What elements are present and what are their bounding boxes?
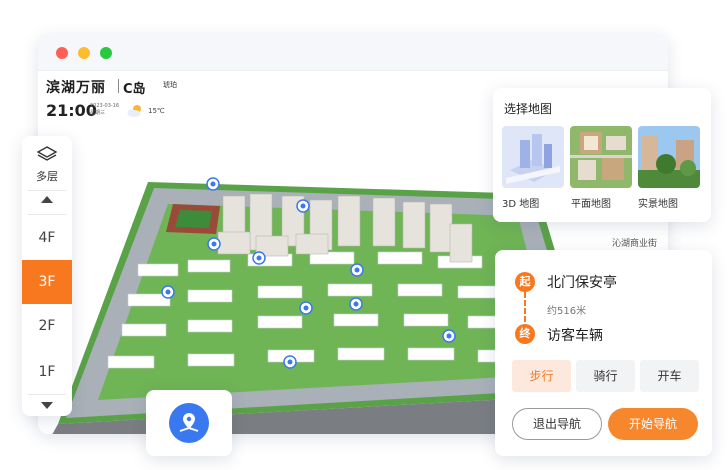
map-area-label: 沁湖商业街 [612, 239, 658, 249]
locate-icon [169, 403, 209, 443]
start-location[interactable]: 北门保安亭 [547, 272, 617, 292]
map-picker-title: 选择地图 [504, 102, 553, 116]
3d-map-option[interactable] [502, 126, 564, 188]
brand-logo: C岛 [123, 82, 146, 97]
route-line [524, 292, 526, 322]
brand-name: 滨湖万丽 [46, 80, 106, 96]
layers-button[interactable] [22, 146, 72, 168]
mode-walk-button[interactable]: 步行 [512, 360, 571, 392]
temperature: 15℃ [148, 107, 165, 115]
maximize-window-button[interactable] [100, 47, 112, 59]
date-block: 2023-03-16 星期三 [90, 103, 119, 117]
layers-label: 多层 [36, 170, 58, 183]
divider [28, 394, 66, 395]
start-navigation-button[interactable]: 开始导航 [608, 408, 698, 440]
locate-button[interactable] [146, 390, 232, 456]
mode-ride-button[interactable]: 骑行 [576, 360, 635, 392]
3d-map-thumbnail [502, 126, 564, 188]
plan-map-option[interactable] [570, 126, 632, 188]
plan-map-label: 平面地图 [571, 199, 611, 210]
floor-up-icon[interactable] [41, 196, 53, 203]
real-map-thumbnail [638, 126, 700, 188]
floor-option-4f[interactable]: 4F [22, 216, 72, 260]
floor-down-icon[interactable] [41, 402, 53, 409]
floor-option-1f[interactable]: 1F [22, 350, 72, 394]
plan-map-thumbnail [570, 126, 632, 188]
end-badge: 终 [515, 324, 535, 344]
real-map-option[interactable] [638, 126, 700, 188]
floor-option-3f[interactable]: 3F [22, 260, 72, 304]
route-distance: 约516米 [547, 306, 587, 317]
divider [28, 214, 66, 215]
minimize-window-button[interactable] [78, 47, 90, 59]
map-type-picker: 选择地图 3D 地图 平面地图 实景地图 [493, 88, 711, 222]
brand-logo-sub: 琥珀 [163, 81, 177, 89]
destination-location[interactable]: 访客车辆 [547, 325, 603, 345]
layers-icon [36, 146, 58, 161]
navigation-card: 起 终 北门保安亭 约516米 访客车辆 步行 骑行 开车 退出导航 开始导航 [495, 250, 712, 456]
close-window-button[interactable] [56, 47, 68, 59]
date-text: 2023-03-16 [90, 103, 120, 109]
partly-cloudy-icon [127, 105, 141, 117]
exit-navigation-button[interactable]: 退出导航 [512, 408, 602, 440]
weekday-text: 星期三 [90, 110, 106, 116]
start-badge: 起 [515, 272, 535, 292]
real-map-label: 实景地图 [638, 199, 678, 210]
window-titlebar [38, 34, 668, 71]
divider [28, 190, 66, 191]
brand-separator [118, 79, 119, 93]
mode-drive-button[interactable]: 开车 [640, 360, 699, 392]
floor-option-2f[interactable]: 2F [22, 304, 72, 348]
3d-map-label: 3D 地图 [502, 199, 540, 210]
floor-selector: 多层 4F 3F 2F 1F [22, 136, 72, 416]
